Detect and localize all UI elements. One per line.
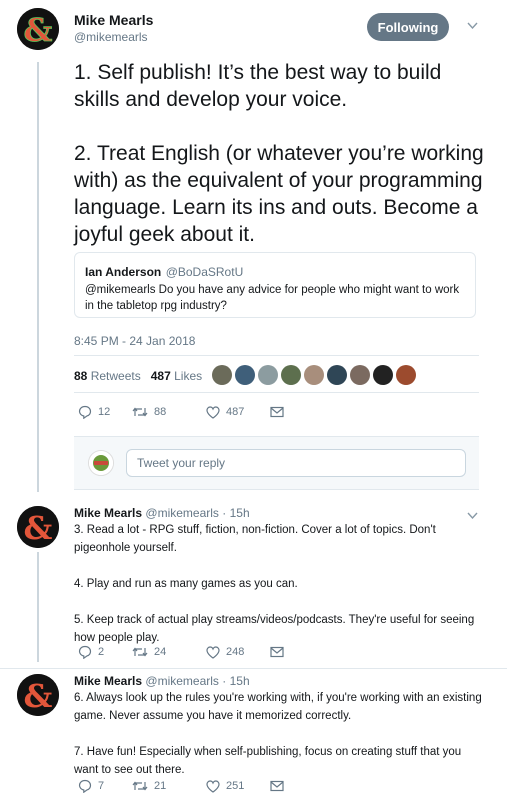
avatar[interactable]	[212, 365, 232, 385]
avatar	[88, 450, 114, 476]
quoted-author-handle: @BoDaSRotU	[165, 265, 244, 279]
following-button[interactable]: Following	[367, 13, 449, 41]
heart-icon	[206, 645, 220, 659]
quoted-author-name: Ian Anderson	[85, 265, 162, 279]
retweets-stat[interactable]: 88 Retweets	[74, 369, 141, 383]
divider	[74, 355, 479, 356]
retweet-icon	[132, 407, 148, 417]
avatar[interactable]	[373, 365, 393, 385]
tweet-stats: 88 Retweets 487 Likes	[74, 369, 202, 383]
retweet-button[interactable]: 24	[132, 646, 206, 658]
quoted-text: @mikemearls Do you have any advice for p…	[85, 284, 460, 312]
envelope-icon	[270, 646, 284, 658]
dnd-ampersand-icon: & &	[17, 8, 59, 50]
envelope-icon	[270, 780, 284, 792]
retweet-icon	[132, 781, 148, 791]
likers-avatars	[212, 365, 419, 385]
avatar[interactable]: &	[17, 506, 59, 548]
reply-header: Mike Mearls @mikemearls · 15h	[74, 506, 250, 520]
reply-input[interactable]: Tweet your reply	[126, 449, 466, 477]
reply-icon	[78, 645, 92, 659]
dnd-ampersand-icon: &	[17, 506, 59, 548]
avatar[interactable]: & &	[17, 8, 59, 50]
likes-stat[interactable]: 487 Likes	[151, 369, 202, 383]
envelope-icon	[270, 406, 284, 418]
reply-icon	[78, 405, 92, 419]
reply-button[interactable]: 7	[78, 779, 132, 793]
retweet-button[interactable]: 21	[132, 780, 206, 792]
tweet-timestamp[interactable]: 8:45 PM - 24 Jan 2018	[74, 334, 195, 348]
tweet-text: 3. Read a lot - RPG stuff, fiction, non-…	[74, 524, 475, 644]
like-button[interactable]: 248	[206, 645, 270, 659]
tweet-text: 6. Always look up the rules you're worki…	[74, 692, 482, 776]
svg-text:&: &	[24, 11, 53, 49]
heart-icon	[206, 405, 220, 419]
author-block: Mike Mearls @mikemearls	[74, 12, 153, 44]
author-name[interactable]: Mike Mearls	[74, 674, 142, 688]
reply-header: Mike Mearls @mikemearls · 15h	[74, 674, 250, 688]
avatar[interactable]	[396, 365, 416, 385]
author-handle[interactable]: @mikemearls	[145, 506, 219, 520]
svg-text:&: &	[24, 677, 53, 715]
chevron-down-icon[interactable]	[467, 20, 478, 34]
reply-button[interactable]: 2	[78, 645, 132, 659]
author-name[interactable]: Mike Mearls	[74, 506, 142, 520]
thread-line	[37, 552, 39, 662]
tweet-time[interactable]: · 15h	[222, 506, 249, 520]
like-button[interactable]: 487	[206, 405, 270, 419]
direct-message-button[interactable]	[270, 646, 290, 658]
retweet-icon	[132, 647, 148, 657]
quoted-tweet[interactable]: Ian Anderson @BoDaSRotU @mikemearls Do y…	[74, 252, 476, 318]
avatar[interactable]	[235, 365, 255, 385]
tweet-time[interactable]: · 15h	[222, 674, 249, 688]
retweet-button[interactable]: 88	[132, 406, 206, 418]
reply-icon	[78, 779, 92, 793]
reply-button[interactable]: 12	[78, 405, 132, 419]
user-avatar-icon	[89, 451, 113, 475]
avatar[interactable]	[281, 365, 301, 385]
direct-message-button[interactable]	[270, 780, 290, 792]
direct-message-button[interactable]	[270, 406, 290, 418]
avatar[interactable]	[258, 365, 278, 385]
divider	[74, 392, 479, 393]
tweet-actions: 7 21 251	[78, 779, 290, 793]
author-handle[interactable]: @mikemearls	[145, 674, 219, 688]
tweet-text: 1. Self publish! It’s the best way to bu…	[74, 61, 484, 246]
reply-composer: Tweet your reply	[74, 436, 479, 490]
like-button[interactable]: 251	[206, 779, 270, 793]
avatar[interactable]	[350, 365, 370, 385]
svg-text:&: &	[24, 509, 53, 547]
heart-icon	[206, 779, 220, 793]
divider	[0, 668, 507, 669]
avatar[interactable]	[327, 365, 347, 385]
author-handle[interactable]: @mikemearls	[74, 30, 153, 44]
thread-line	[37, 62, 39, 492]
avatar[interactable]	[304, 365, 324, 385]
avatar[interactable]: &	[17, 674, 59, 716]
tweet-actions: 12 88 487	[78, 405, 290, 419]
dnd-ampersand-icon: &	[17, 674, 59, 716]
author-name[interactable]: Mike Mearls	[74, 12, 153, 28]
tweet-actions: 2 24 248	[78, 645, 290, 659]
